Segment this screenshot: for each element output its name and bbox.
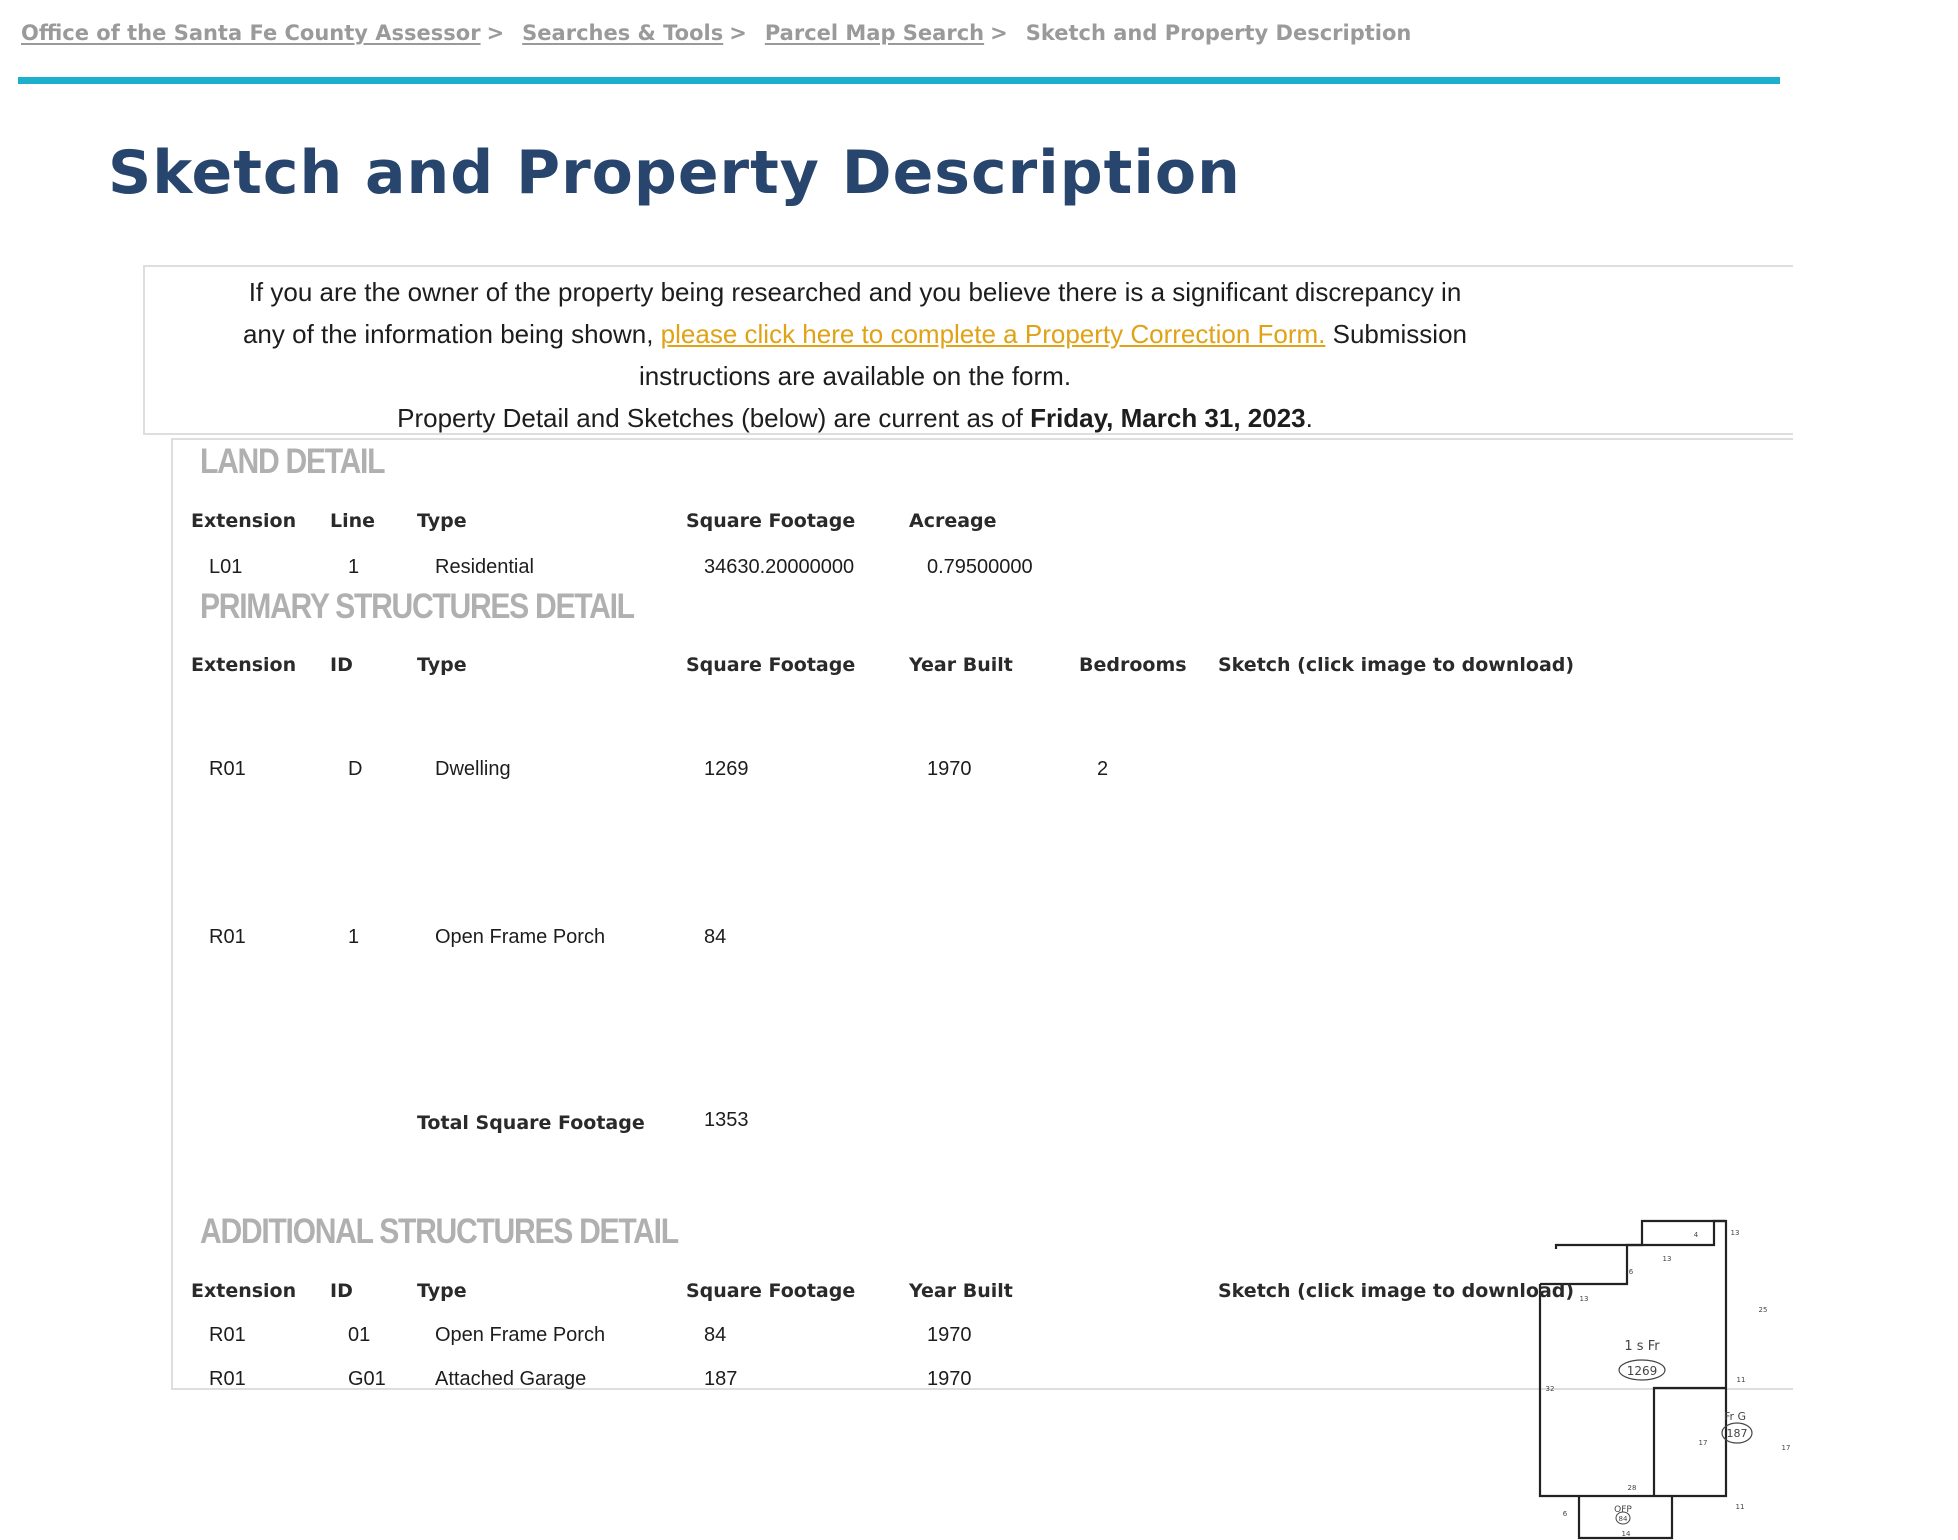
property-detail-panel: LAND DETAIL Extension Line Type Square F… <box>171 438 1793 1540</box>
breadcrumb-separator: > <box>486 21 505 45</box>
primary-cell-year-built: 1970 <box>927 758 972 780</box>
sketch-porch-area: 84 <box>1619 1515 1628 1523</box>
sketch-dimension: 14 <box>1622 1530 1631 1538</box>
primary-cell-extension: R01 <box>209 758 246 780</box>
additional-header-type: Type <box>417 1280 467 1302</box>
additional-header-extension: Extension <box>191 1280 297 1302</box>
primary-cell-square-footage: 1269 <box>704 758 749 780</box>
additional-cell-id: 01 <box>348 1324 371 1346</box>
additional-cell-id: G01 <box>348 1368 386 1390</box>
sketch-dimension: 6 <box>1563 1510 1568 1518</box>
primary-header-year-built: Year Built <box>909 654 1013 676</box>
notice-line-1: If you are the owner of the property bei… <box>248 277 1462 307</box>
sketch-main-label: 1 s Fr <box>1624 1339 1660 1354</box>
breadcrumb-current: Sketch and Property Description <box>1025 21 1412 45</box>
primary-cell-type: Dwelling <box>435 758 511 780</box>
land-header-acreage: Acreage <box>909 510 997 532</box>
additional-cell-year-built: 1970 <box>927 1324 972 1346</box>
land-cell-extension: L01 <box>209 556 243 578</box>
additional-header-year-built: Year Built <box>909 1280 1013 1302</box>
additional-cell-square-footage: 84 <box>704 1324 727 1346</box>
header-accent-bar <box>18 77 1780 84</box>
additional-header-id: ID <box>330 1280 353 1302</box>
sketch-dimension: 11 <box>1736 1503 1745 1511</box>
sketch-dimension: 13 <box>1731 1229 1740 1237</box>
primary-cell-bedrooms: 2 <box>1097 758 1109 780</box>
land-header-type: Type <box>417 510 467 532</box>
additional-structures-title: ADDITIONAL STRUCTURES DETAIL <box>200 1212 679 1251</box>
primary-header-square-footage: Square Footage <box>686 654 856 676</box>
primary-cell-extension: R01 <box>209 926 246 948</box>
additional-header-sketch: Sketch (click image to download) <box>1218 1280 1575 1302</box>
notice-text: Property Detail and Sketches (below) are… <box>397 403 1031 433</box>
additional-cell-type: Attached Garage <box>435 1368 587 1390</box>
additional-cell-extension: R01 <box>209 1324 246 1346</box>
notice-text: any of the information being shown, <box>242 319 661 349</box>
additional-cell-year-built: 1970 <box>927 1368 972 1390</box>
notice-text: . <box>1305 403 1313 433</box>
land-cell-acreage: 0.79500000 <box>927 556 1033 578</box>
additional-header-square-footage: Square Footage <box>686 1280 856 1302</box>
breadcrumb: Office of the Santa Fe County Assessor > … <box>21 18 1411 48</box>
sketch-garage-wall <box>1652 1386 1726 1496</box>
land-detail-title: LAND DETAIL <box>200 442 386 481</box>
primary-header-sketch: Sketch (click image to download) <box>1218 654 1575 676</box>
primary-header-id: ID <box>330 654 353 676</box>
primary-cell-square-footage: 84 <box>704 926 727 948</box>
sketch-main-wall <box>1538 1219 1728 1498</box>
land-cell-line: 1 <box>348 556 360 578</box>
notice-box: If you are the owner of the property bei… <box>143 265 1793 435</box>
land-header-square-footage: Square Footage <box>686 510 856 532</box>
sketch-dimension: 25 <box>1759 1306 1768 1314</box>
sketch-dimension: 28 <box>1628 1484 1637 1492</box>
primary-header-extension: Extension <box>191 654 297 676</box>
sketch-dimension: 4 <box>1694 1231 1699 1239</box>
additional-cell-type: Open Frame Porch <box>435 1324 606 1346</box>
notice-line-4: Property Detail and Sketches (below) are… <box>145 403 1565 434</box>
primary-header-type: Type <box>417 654 467 676</box>
breadcrumb-separator: > <box>729 21 747 45</box>
additional-cell-extension: R01 <box>209 1368 246 1390</box>
primary-cell-type: Open Frame Porch <box>435 926 606 948</box>
total-square-footage-value: 1353 <box>704 1109 749 1131</box>
floor-plan-sketch[interactable]: 1 s Fr 1269 Fr G 187 OFP 84 4 13 6 13 13… <box>1511 1200 1811 1540</box>
sketch-dimension: 13 <box>1580 1295 1589 1303</box>
property-correction-form-link[interactable]: please click here to complete a Property… <box>661 319 1326 349</box>
page-title: Sketch and Property Description <box>108 138 1241 208</box>
sketch-dimension: 11 <box>1737 1376 1746 1384</box>
land-header-extension: Extension <box>191 510 297 532</box>
total-square-footage-label: Total Square Footage <box>417 1112 645 1134</box>
sketch-dimension: 13 <box>1663 1255 1672 1263</box>
additional-cell-square-footage: 187 <box>704 1368 738 1390</box>
sketch-dimension: 32 <box>1546 1385 1555 1393</box>
land-header-line: Line <box>330 510 376 532</box>
notice-line-2: any of the information being shown, plea… <box>145 319 1565 350</box>
sketch-garage-area: 187 <box>1727 1427 1748 1440</box>
sketch-dimension: 17 <box>1699 1439 1708 1447</box>
current-as-of-date: Friday, March 31, 2023 <box>1030 403 1306 433</box>
primary-cell-id: D <box>348 758 363 780</box>
notice-text: Submission <box>1325 319 1468 349</box>
breadcrumb-link-assessor[interactable]: Office of the Santa Fe County Assessor <box>21 21 481 45</box>
breadcrumb-link-parcel-map-search[interactable]: Parcel Map Search <box>765 21 984 45</box>
breadcrumb-link-searches-tools[interactable]: Searches & Tools <box>522 21 723 45</box>
sketch-garage-label: Fr G <box>1724 1410 1746 1423</box>
sketch-dimensions: 4 13 6 13 13 25 11 32 17 17 28 11 6 14 <box>1546 1229 1791 1538</box>
sketch-dimension: 17 <box>1782 1444 1791 1452</box>
sketch-dimension: 6 <box>1629 1268 1634 1276</box>
primary-cell-id: 1 <box>348 926 360 948</box>
land-cell-square-footage: 34630.20000000 <box>704 556 855 578</box>
breadcrumb-separator: > <box>990 21 1008 45</box>
notice-line-3: instructions are available on the form. <box>638 361 1072 391</box>
land-cell-type: Residential <box>435 556 534 578</box>
sketch-porch-label: OFP <box>1614 1505 1632 1515</box>
primary-structures-title: PRIMARY STRUCTURES DETAIL <box>200 587 635 626</box>
sketch-main-area: 1269 <box>1627 1364 1658 1378</box>
primary-header-bedrooms: Bedrooms <box>1079 654 1187 676</box>
